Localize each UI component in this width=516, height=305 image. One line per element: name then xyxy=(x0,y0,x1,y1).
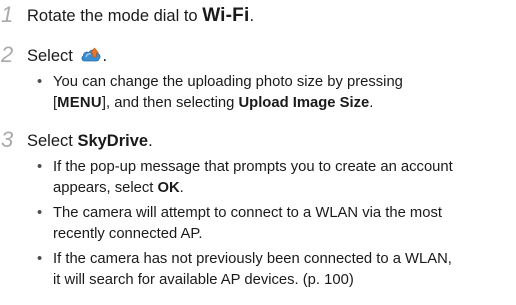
bullet-line: If the pop-up message that prompts you t… xyxy=(53,159,453,175)
bullet-end: . xyxy=(369,94,374,111)
menu-button-label: MENU xyxy=(57,94,102,111)
list-item: • If the camera has not previously been … xyxy=(37,249,515,290)
bullet-text: appears, select xyxy=(53,179,158,196)
step-text: Select SkyDrive. xyxy=(27,131,153,151)
bullet-line: The camera will attempt to connect to a … xyxy=(53,205,442,221)
bullet-end: . xyxy=(179,179,184,196)
service-name-skydrive: SkyDrive xyxy=(77,132,149,150)
step-text-end: . xyxy=(148,132,153,150)
list-item: • The camera will attempt to connect to … xyxy=(37,203,515,244)
bullet-text: ], and then selecting xyxy=(101,94,239,111)
manual-page: 1 Rotate the mode dial to Wi-Fi. 2 Selec… xyxy=(0,0,516,305)
bullet-dot: • xyxy=(37,205,43,221)
option-ok: OK xyxy=(157,179,180,196)
step-text: Rotate the mode dial to Wi-Fi. xyxy=(27,6,254,26)
bullet-dot: • xyxy=(37,159,43,175)
bullet-line: You can change the uploading photo size … xyxy=(53,74,403,90)
menu-option-upload-image-size: Upload Image Size xyxy=(238,94,370,111)
bullet-dot: • xyxy=(37,74,43,90)
list-item: • If the pop-up message that prompts you… xyxy=(37,157,515,198)
bullet-list: • You can change the uploading photo siz… xyxy=(37,72,515,118)
mode-name-wifi: Wi-Fi xyxy=(202,5,250,26)
step-number: 1 xyxy=(1,2,14,27)
bullet-dot: • xyxy=(37,251,43,267)
bullet-list: • If the pop-up message that prompts you… xyxy=(37,157,515,295)
bullet-line: recently connected AP. xyxy=(53,225,203,242)
step-text-lead: Select xyxy=(27,132,78,150)
cloud-upload-icon xyxy=(80,46,102,64)
bullet-line: If the camera has not previously been co… xyxy=(53,251,452,267)
step-text-lead: Rotate the mode dial to xyxy=(27,7,203,25)
step-number: 2 xyxy=(1,42,14,67)
bullet-line: it will search for available AP devices.… xyxy=(53,271,354,288)
list-item: • You can change the uploading photo siz… xyxy=(37,72,515,113)
step-text-end: . xyxy=(249,7,255,25)
step-text-end: . xyxy=(102,47,108,65)
step-text-lead: Select xyxy=(27,47,78,65)
step-number: 3 xyxy=(1,127,14,152)
step-text: Select . xyxy=(27,46,107,66)
